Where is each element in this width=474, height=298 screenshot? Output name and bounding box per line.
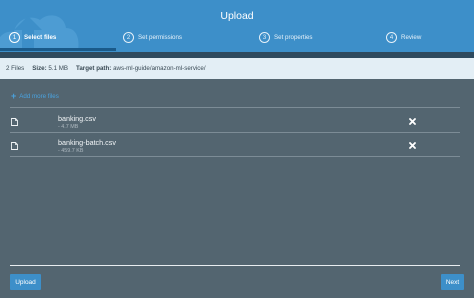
remove-file-button[interactable] (407, 140, 417, 150)
dialog-title: Upload (220, 10, 254, 22)
target-path: Target path: aws-ml-guide/amazon-ml-serv… (76, 65, 206, 72)
divider (10, 107, 460, 108)
step-set-properties[interactable]: 3 Set properties (259, 32, 313, 43)
step-label: Set properties (274, 34, 313, 41)
step-set-permissions[interactable]: 2 Set permissions (123, 32, 182, 43)
file-icon (11, 118, 18, 126)
file-size: - 4.7 MB (58, 124, 79, 130)
close-icon (408, 141, 416, 149)
step-number: 1 (9, 32, 20, 43)
file-size: - 459.7 KB (58, 148, 84, 154)
size-label: Size: (32, 65, 47, 72)
upload-dialog-header: Upload 1 Select files 2 Set permissions … (0, 0, 474, 52)
step-number: 2 (123, 32, 134, 43)
size-value: 5.1 MB (48, 65, 69, 72)
upload-button[interactable]: Upload (10, 274, 41, 290)
next-button[interactable]: Next (441, 274, 464, 290)
step-label: Select files (24, 34, 57, 41)
divider (10, 132, 460, 133)
upload-info-bar: 2 Files Size: 5.1 MB Target path: aws-ml… (0, 58, 474, 79)
target-path-label: Target path: (76, 65, 112, 72)
plus-icon: + (11, 91, 17, 101)
wizard-steps: 1 Select files 2 Set permissions 3 Set p… (0, 32, 474, 48)
target-path-value: aws-ml-guide/amazon-ml-service/ (113, 65, 206, 72)
step-label: Review (401, 34, 422, 41)
add-more-files-link[interactable]: + Add more files (11, 92, 59, 101)
add-more-files-label: Add more files (19, 93, 59, 100)
active-step-indicator (0, 48, 116, 51)
remove-file-button[interactable] (407, 116, 417, 126)
close-icon (408, 117, 416, 125)
step-label: Set permissions (138, 34, 183, 41)
divider (10, 156, 460, 157)
total-size: Size: 5.1 MB (32, 65, 68, 72)
step-number: 4 (386, 32, 397, 43)
step-select-files[interactable]: 1 Select files (9, 32, 56, 43)
file-name: banking-batch.csv (58, 138, 116, 147)
step-number: 3 (259, 32, 270, 43)
footer-divider (10, 265, 460, 266)
step-review[interactable]: 4 Review (386, 32, 421, 43)
file-name: banking.csv (58, 114, 96, 123)
file-count: 2 Files (6, 65, 25, 72)
file-icon (11, 142, 18, 150)
